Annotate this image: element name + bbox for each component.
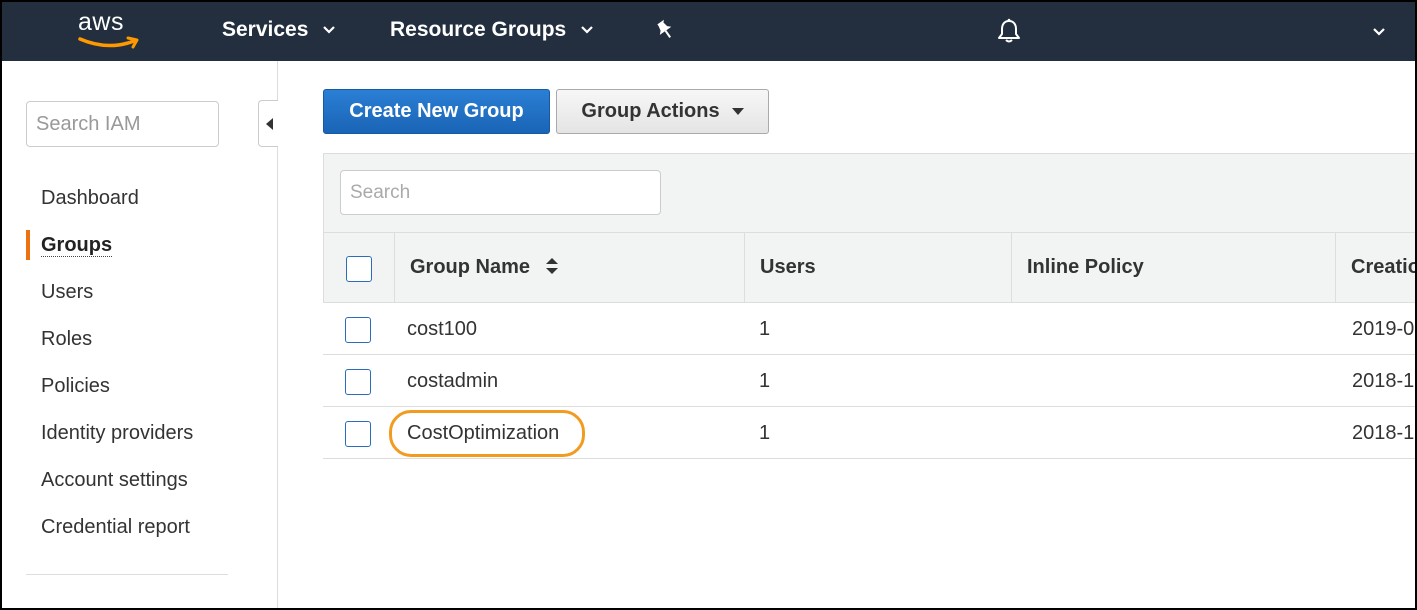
row-checkbox[interactable] bbox=[345, 421, 371, 447]
sidebar-item-label: Account settings bbox=[41, 469, 188, 491]
search-iam-input[interactable] bbox=[26, 101, 219, 147]
aws-smile-icon bbox=[78, 36, 139, 49]
column-divider bbox=[394, 233, 395, 302]
table-row[interactable]: cost100 1 2019-0 bbox=[323, 303, 1417, 355]
services-label: Services bbox=[222, 18, 309, 41]
sidebar-item-label: Groups bbox=[41, 234, 113, 257]
sidebar-item-groups[interactable]: Groups bbox=[2, 230, 262, 277]
sidebar-item-policies[interactable]: Policies bbox=[2, 371, 262, 418]
group-actions-button[interactable]: Group Actions bbox=[556, 89, 769, 134]
sidebar-item-credential-report[interactable]: Credential report bbox=[2, 512, 262, 559]
sidebar-item-label: Dashboard bbox=[41, 187, 139, 209]
sidebar-item-dashboard[interactable]: Dashboard bbox=[2, 183, 262, 230]
creation-time-value: 2019-0 bbox=[1352, 318, 1415, 340]
aws-logo-text: aws bbox=[78, 8, 124, 36]
group-search-input[interactable] bbox=[340, 170, 661, 215]
select-all-checkbox[interactable] bbox=[346, 256, 372, 282]
column-header-label: Group Name bbox=[410, 256, 531, 278]
users-count: 1 bbox=[759, 318, 771, 340]
creation-time-value: 2018-1 bbox=[1352, 422, 1415, 444]
create-new-group-button[interactable]: Create New Group bbox=[323, 89, 550, 134]
group-name-link[interactable]: CostOptimization bbox=[407, 407, 559, 459]
sidebar: Dashboard Groups Users Roles Policies Id… bbox=[2, 61, 278, 608]
sidebar-item-users[interactable]: Users bbox=[2, 277, 262, 324]
group-actions-label: Group Actions bbox=[581, 100, 720, 122]
table-header: Group Name Users Inline Policy Creatio bbox=[323, 233, 1417, 303]
sidebar-item-account-settings[interactable]: Account settings bbox=[2, 465, 262, 512]
sort-icon bbox=[545, 258, 558, 274]
column-header-creation-time[interactable]: Creatio bbox=[1351, 233, 1417, 302]
users-count: 1 bbox=[759, 370, 771, 392]
column-divider bbox=[1011, 233, 1012, 302]
sidebar-item-label: Identity providers bbox=[41, 422, 194, 444]
column-divider bbox=[744, 233, 745, 302]
sidebar-item-roles[interactable]: Roles bbox=[2, 324, 262, 371]
resource-groups-label: Resource Groups bbox=[390, 18, 567, 41]
bell-icon[interactable] bbox=[997, 18, 1021, 44]
sidebar-item-identity-providers[interactable]: Identity providers bbox=[2, 418, 262, 465]
sidebar-item-label: Users bbox=[41, 281, 94, 303]
sidebar-collapse-button[interactable] bbox=[258, 100, 278, 147]
create-new-group-label: Create New Group bbox=[349, 100, 524, 122]
resource-groups-menu[interactable]: Resource Groups bbox=[390, 18, 594, 42]
chevron-down-icon bbox=[323, 26, 336, 34]
chevron-down-icon bbox=[581, 26, 593, 34]
creation-time-value: 2018-1 bbox=[1352, 370, 1415, 392]
table-toolbar bbox=[323, 153, 1417, 233]
table-row[interactable]: costadmin 1 2018-1 bbox=[323, 355, 1417, 407]
sidebar-item-label: Credential report bbox=[41, 516, 190, 538]
caret-down-icon bbox=[731, 107, 744, 115]
caret-left-icon bbox=[266, 118, 273, 130]
top-navigation-bar: aws Services Resource Groups bbox=[0, 0, 1417, 61]
users-count: 1 bbox=[759, 422, 771, 444]
sidebar-item-label: Policies bbox=[41, 375, 110, 397]
row-checkbox[interactable] bbox=[345, 317, 371, 343]
groups-table: Group Name Users Inline Policy Creatio c… bbox=[323, 233, 1417, 459]
column-header-inline-policy[interactable]: Inline Policy bbox=[1027, 233, 1144, 302]
pin-icon[interactable] bbox=[654, 19, 676, 41]
group-name-link[interactable]: cost100 bbox=[407, 303, 477, 355]
services-menu[interactable]: Services bbox=[222, 18, 336, 42]
table-row[interactable]: CostOptimization 1 2018-1 bbox=[323, 407, 1417, 459]
account-menu-chevron-icon[interactable] bbox=[1372, 27, 1386, 37]
sidebar-divider bbox=[26, 574, 228, 575]
group-name-link[interactable]: costadmin bbox=[407, 355, 498, 407]
sidebar-item-label: Roles bbox=[41, 328, 93, 350]
column-divider bbox=[1335, 233, 1336, 302]
column-header-users[interactable]: Users bbox=[760, 233, 816, 302]
row-checkbox[interactable] bbox=[345, 369, 371, 395]
column-header-group-name[interactable]: Group Name bbox=[410, 233, 558, 302]
aws-logo[interactable]: aws bbox=[78, 8, 144, 54]
sidebar-nav: Dashboard Groups Users Roles Policies Id… bbox=[2, 183, 262, 559]
